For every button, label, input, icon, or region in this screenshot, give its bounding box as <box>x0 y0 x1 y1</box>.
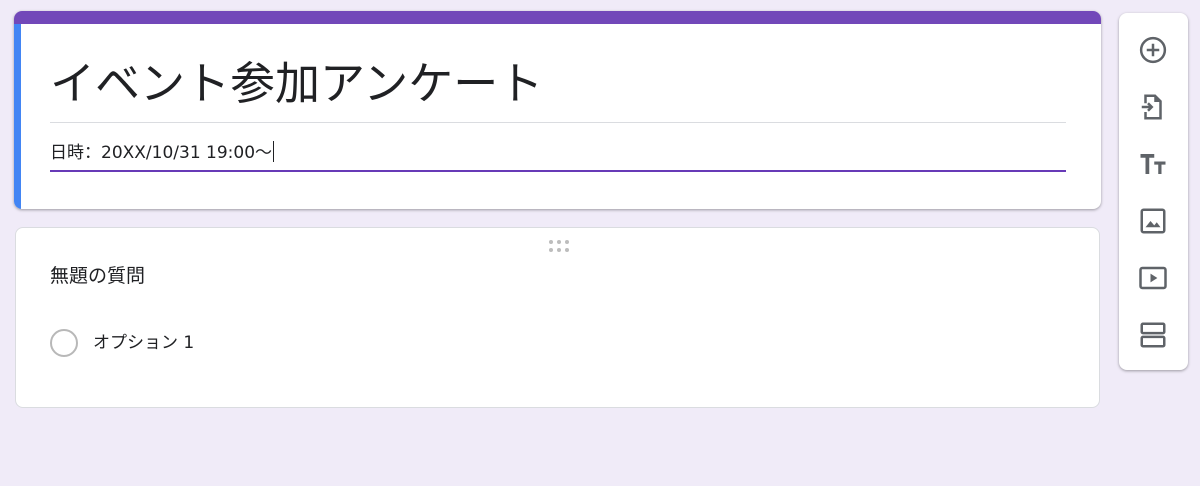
add-video-icon <box>1139 266 1167 290</box>
active-card-indicator <box>14 24 21 209</box>
form-title-input[interactable]: イベント参加アンケート <box>50 53 1066 123</box>
theme-color-bar <box>14 11 1101 24</box>
question-title[interactable]: 無題の質問 <box>50 262 145 290</box>
form-description-text: 日時：20XX/10/31 19:00〜 <box>50 143 273 163</box>
add-title-button[interactable] <box>1133 144 1173 184</box>
add-section-icon <box>1140 322 1166 348</box>
form-title-text: イベント参加アンケート <box>50 57 544 110</box>
option-row[interactable]: オプション 1 <box>50 329 194 357</box>
add-image-icon <box>1140 208 1166 234</box>
add-question-button[interactable] <box>1133 30 1173 70</box>
add-title-icon <box>1140 154 1166 174</box>
import-questions-button[interactable] <box>1133 87 1173 127</box>
add-question-icon <box>1139 36 1167 64</box>
add-image-button[interactable] <box>1133 201 1173 241</box>
text-caret <box>273 141 275 162</box>
form-description-input[interactable]: 日時：20XX/10/31 19:00〜 <box>50 139 1066 172</box>
question-card[interactable]: 無題の質問 オプション 1 <box>15 227 1100 408</box>
floating-toolbar <box>1119 13 1188 370</box>
drag-handle-icon[interactable] <box>548 238 570 252</box>
option-label[interactable]: オプション 1 <box>93 329 194 357</box>
add-video-button[interactable] <box>1133 258 1173 298</box>
radio-button[interactable] <box>50 329 78 357</box>
import-questions-icon <box>1141 94 1162 120</box>
add-section-button[interactable] <box>1133 315 1173 355</box>
form-title-card[interactable]: イベント参加アンケート 日時：20XX/10/31 19:00〜 <box>14 11 1101 209</box>
